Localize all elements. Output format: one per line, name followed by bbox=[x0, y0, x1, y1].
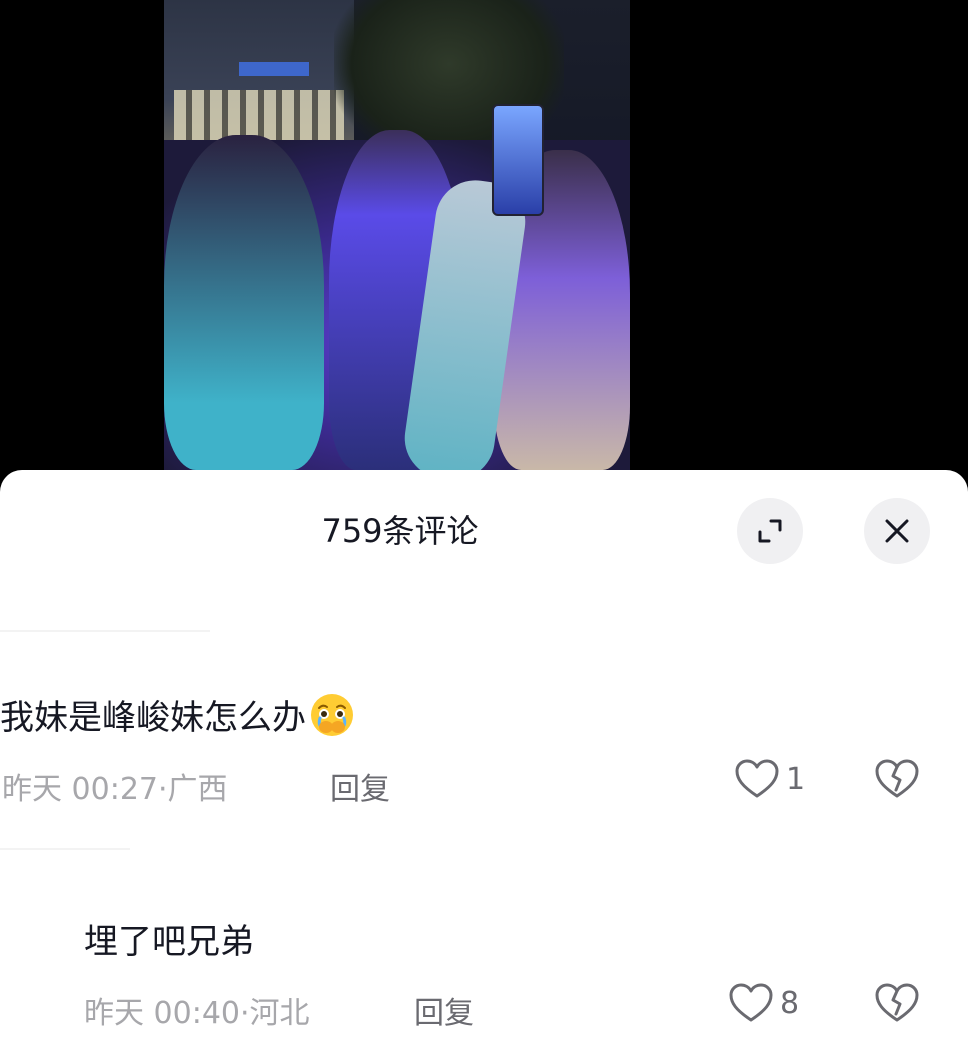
comment-1-reply-button[interactable]: 回复 bbox=[330, 764, 390, 808]
comment-2-like-button[interactable]: 8 bbox=[728, 982, 799, 1024]
comment-2-time: 昨天 00:40 bbox=[84, 996, 240, 1031]
divider bbox=[0, 630, 210, 632]
video-person-left bbox=[164, 135, 324, 470]
heart-outline-icon bbox=[735, 759, 779, 798]
comment-1-time: 昨天 00:27 bbox=[2, 772, 158, 807]
close-button[interactable] bbox=[864, 498, 930, 564]
comment-count-title: 759条评论 bbox=[321, 512, 479, 550]
comment-2-location: 河北 bbox=[249, 996, 310, 1031]
comment-1-body: 我妹是峰峻妹怎么办 bbox=[0, 698, 306, 738]
building-sign bbox=[239, 62, 309, 76]
video-player[interactable] bbox=[0, 0, 968, 470]
expand-button[interactable] bbox=[737, 498, 803, 564]
comment-1-like-button[interactable]: 1 bbox=[734, 758, 805, 800]
comment-1-separator: · bbox=[158, 772, 168, 807]
expand-icon bbox=[758, 519, 782, 543]
crying-pleading-face-emoji bbox=[311, 694, 353, 736]
comment-2-meta: 昨天 00:40·河北 bbox=[84, 988, 310, 1032]
close-icon bbox=[885, 519, 909, 543]
comment-2-dislike-button[interactable] bbox=[874, 982, 920, 1028]
video-frame[interactable] bbox=[164, 0, 630, 470]
comment-2-reply-button[interactable]: 回复 bbox=[414, 988, 474, 1032]
broken-heart-icon bbox=[875, 983, 919, 1022]
comment-1-like-count: 1 bbox=[786, 761, 806, 797]
comment-1-location: 广西 bbox=[167, 772, 228, 807]
comment-sheet: 759条评论 我妹是峰峻妹怎么办 昨天 00:27·广西 回复 1 埋了吧兄弟 … bbox=[0, 470, 968, 1048]
comment-1-dislike-button[interactable] bbox=[874, 758, 920, 804]
comment-2-separator: · bbox=[240, 996, 250, 1031]
broken-heart-icon bbox=[875, 759, 919, 798]
video-phone bbox=[492, 104, 544, 216]
comment-1-meta: 昨天 00:27·广西 bbox=[2, 764, 228, 808]
comment-2-like-count: 8 bbox=[780, 985, 800, 1021]
comment-1-text: 我妹是峰峻妹怎么办 bbox=[0, 690, 356, 739]
heart-outline-icon bbox=[729, 983, 773, 1022]
comment-2-text: 埋了吧兄弟 bbox=[84, 922, 254, 962]
divider bbox=[0, 848, 130, 850]
